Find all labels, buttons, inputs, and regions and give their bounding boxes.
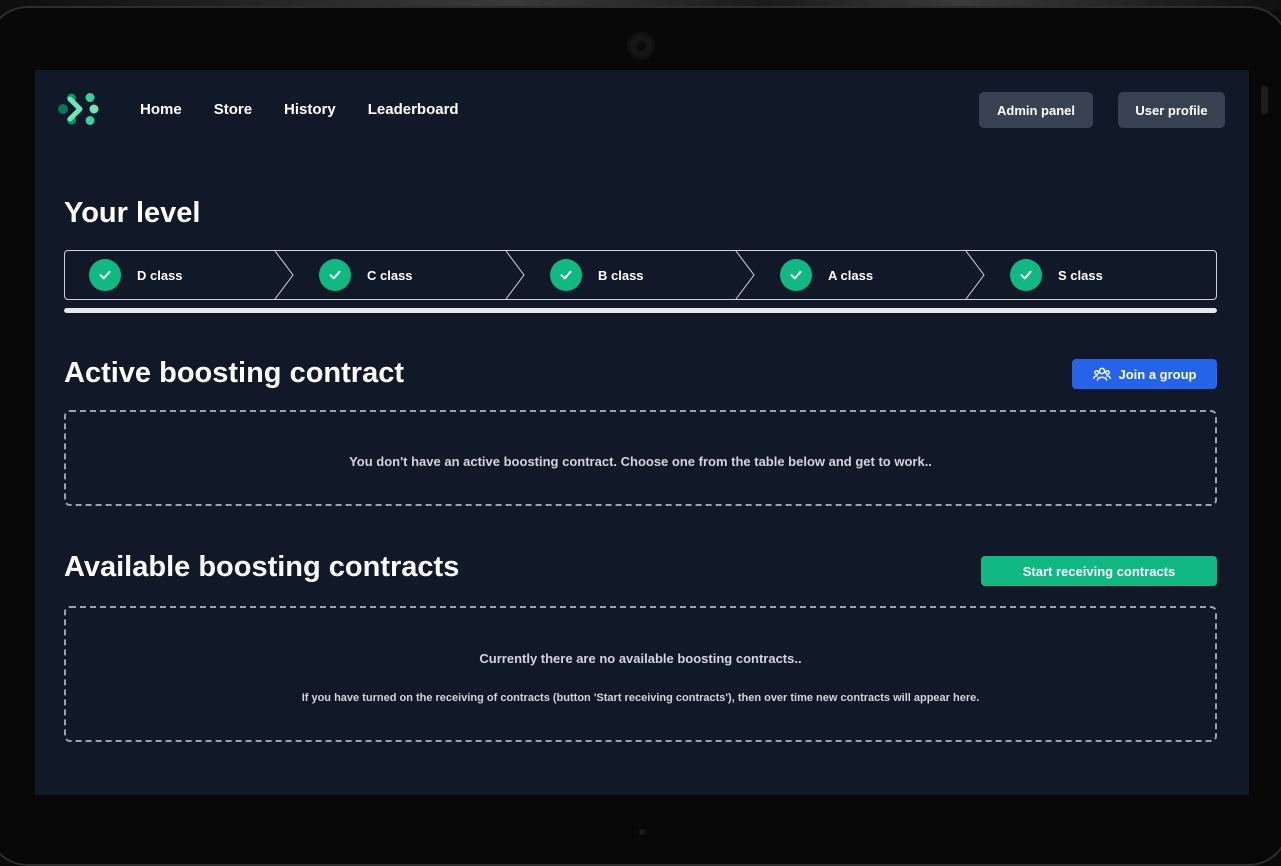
level-stepper: D class C class B class A class S class [64,250,1217,300]
nav-store[interactable]: Store [214,99,252,121]
active-contract-title: Active boosting contract [64,357,404,389]
active-empty-text: You don't have an active boosting contra… [349,454,932,469]
main-nav: Home Store History Leaderboard [140,99,459,121]
side-button [1261,86,1268,114]
step-separator [274,251,294,299]
available-contracts-box: Currently there are no available boostin… [64,606,1217,742]
level-progress-bar [64,308,1217,313]
nav-leaderboard[interactable]: Leaderboard [368,99,459,121]
step-label: D class [137,267,183,283]
check-icon [1010,259,1042,291]
available-contracts-title: Available boosting contracts [64,551,460,583]
check-icon [550,259,582,291]
available-empty-text: Currently there are no available boostin… [479,651,802,666]
active-contract-box: You don't have an active boosting contra… [64,410,1217,506]
level-progress-fill [64,308,1217,313]
bezel-dot [639,829,645,835]
step-s-class: S class [1010,251,1103,299]
camera-icon [627,32,655,60]
nav-home[interactable]: Home [140,99,182,121]
brand-logo-icon[interactable] [56,90,100,130]
step-a-class: A class [780,251,873,299]
join-group-button[interactable]: Join a group [1072,359,1217,389]
users-group-icon [1092,367,1111,381]
step-label: C class [367,267,413,283]
admin-panel-button[interactable]: Admin panel [979,92,1093,128]
step-c-class: C class [319,251,413,299]
start-receiving-button[interactable]: Start receiving contracts [981,556,1217,586]
step-separator [505,251,525,299]
available-hint-text: If you have turned on the receiving of c… [301,692,980,704]
check-icon [89,259,121,291]
step-label: A class [828,267,874,283]
user-profile-button[interactable]: User profile [1118,92,1225,128]
app-screen: Home Store History Leaderboard Admin pan… [35,70,1249,795]
step-d-class: D class [89,251,183,299]
check-icon [319,259,351,291]
step-label: S class [1058,267,1103,283]
nav-history[interactable]: History [284,99,336,121]
step-separator [735,251,755,299]
step-separator [965,251,985,299]
step-b-class: B class [550,251,644,299]
check-icon [780,259,812,291]
level-title: Your level [64,197,201,229]
step-label: B class [598,267,644,283]
join-group-label: Join a group [1118,366,1197,382]
